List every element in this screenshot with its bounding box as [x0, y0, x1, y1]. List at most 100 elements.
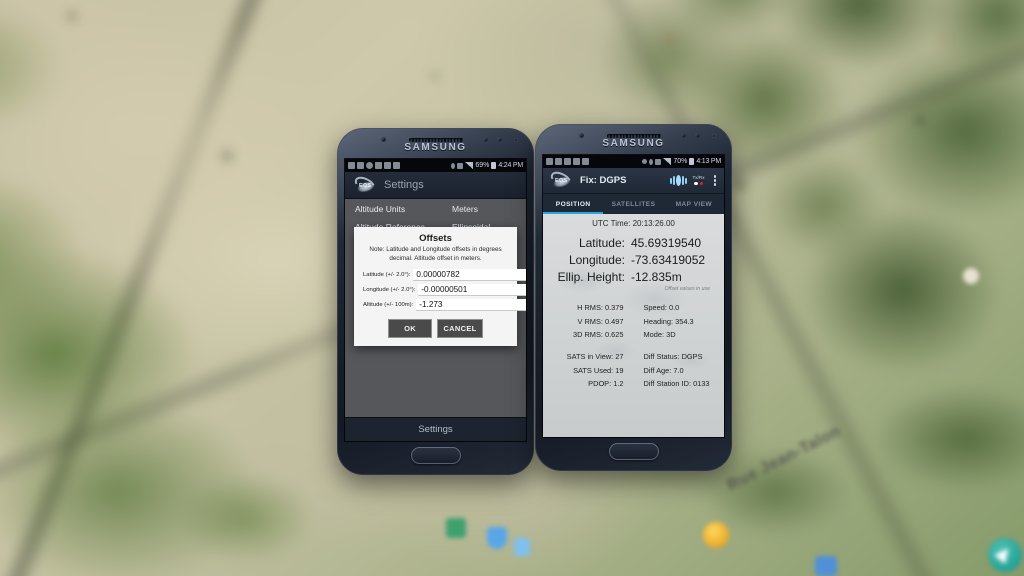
signal-icon	[663, 158, 672, 165]
phone-left-settings: SAMSUNG 69% 4:24 PM EOS Settings Altitud…	[337, 128, 534, 475]
phone-right-position: SAMSUNG 70% 4:13 PM EOS Fix: DGPS Tx/Rx …	[535, 124, 732, 471]
message-icon	[393, 162, 400, 169]
eos-logo-icon[interactable]: EOS	[546, 168, 576, 193]
front-camera-icon	[579, 133, 584, 138]
txrx-label: Tx/Rx	[692, 174, 705, 180]
home-button[interactable]	[410, 447, 461, 464]
ellip-height-value: -12.835m	[631, 269, 682, 284]
fix-status-label: Fix: DGPS	[580, 175, 627, 186]
statusbar-right-icons: 69% 4:24 PM	[451, 162, 523, 169]
dialog-title: Offsets	[419, 233, 452, 244]
longitude-label: Longitude:	[568, 252, 625, 267]
longitude-row: Longitude: -73.63419052	[543, 251, 724, 268]
light-sensor-icon	[695, 133, 700, 138]
battery-icon	[491, 162, 497, 169]
phone-right-statusbar: 70% 4:13 PM	[543, 155, 724, 168]
position-app-header: EOS Fix: DGPS Tx/Rx	[543, 168, 724, 194]
altitude-offset-label: Altitude (+/- 100m):	[363, 301, 414, 308]
ok-button[interactable]: OK	[388, 319, 432, 338]
latitude-offset-label: Latitude (+/- 2.0°):	[363, 271, 411, 278]
settings-list: Altitude Units Meters Altitude Reference…	[345, 199, 526, 417]
screenshot-icon	[375, 162, 382, 169]
latitude-row: Latitude: 45.69319540	[543, 234, 724, 251]
clock-left: 4:24 PM	[498, 162, 523, 169]
latitude-offset-input[interactable]	[413, 268, 526, 281]
phone-left-bottom-bezel	[337, 441, 534, 475]
screenshot-icon	[564, 158, 571, 165]
map-marker-blue-secondary-icon	[514, 538, 530, 556]
longitude-offset-input[interactable]	[418, 283, 526, 296]
wifi-icon	[655, 158, 662, 165]
battery-percent-right: 70%	[673, 158, 688, 165]
bluetooth-icon	[649, 158, 654, 165]
ellip-height-label: Ellip. Height:	[557, 269, 625, 284]
light-sensor-icon	[497, 137, 502, 142]
cancel-button[interactable]: CANCEL	[437, 319, 483, 338]
tab-satellites[interactable]: SATELLITES	[603, 194, 663, 214]
offsets-dialog: Offsets Note: Latitude and Longitude off…	[354, 227, 526, 346]
phone-right-brand-logo: SAMSUNG	[602, 138, 665, 149]
location-icon	[642, 159, 648, 164]
bluetooth-icon	[451, 162, 456, 169]
battery-percent-left: 69%	[475, 162, 490, 169]
clock-right: 4:13 PM	[696, 158, 721, 165]
sync-icon	[348, 162, 355, 169]
latitude-value: 45.69319540	[631, 235, 702, 250]
longitude-value: -73.63419052	[631, 252, 706, 267]
overflow-menu-icon[interactable]	[711, 175, 720, 186]
position-panel: UTC Time: 20:13:26.00 Latitude: 45.69319…	[543, 214, 724, 437]
altitude-offset-input[interactable]	[416, 298, 526, 311]
sats-used-value: SATS Used: 19	[573, 365, 624, 375]
3d-rms-value: 3D RMS: 0.625	[572, 329, 624, 339]
settings-page-title: Settings	[384, 179, 424, 191]
speed-value: Speed: 0.0	[643, 303, 680, 313]
satellite-signal-icon[interactable]	[669, 175, 687, 186]
latitude-label: Latitude:	[578, 235, 625, 250]
diff-station-id-value: Diff Station ID: 0133	[643, 379, 710, 389]
h-rms-value: H RMS: 0.379	[577, 303, 624, 313]
sats-in-view-value: SATS in View: 27	[566, 352, 624, 362]
home-button[interactable]	[608, 443, 659, 460]
email-icon	[555, 158, 562, 165]
settings-bottom-bar-label: Settings	[418, 424, 453, 435]
v-rms-value: V RMS: 0.497	[577, 316, 624, 326]
signal-icon	[465, 162, 474, 169]
phone-right-bottom-bezel	[535, 437, 732, 471]
sync-icon	[546, 158, 553, 165]
position-tab-bar: POSITION SATELLITES MAP VIEW	[543, 194, 724, 214]
statusbar-left-icons	[546, 158, 589, 165]
offset-values-note: Offset values in use	[664, 286, 710, 292]
mode-value: Mode: 3D	[643, 329, 676, 339]
pref-value-altitude-units: Meters	[452, 204, 478, 214]
rms-stats-grid: H RMS: 0.379 Speed: 0.0 V RMS: 0.497 Hea…	[543, 301, 724, 341]
phone-left-screen: 69% 4:24 PM EOS Settings Altitude Units	[345, 159, 526, 441]
eos-logo-icon[interactable]: EOS	[350, 172, 380, 198]
proximity-sensor-icon	[483, 137, 488, 142]
phone-left-brand-logo: SAMSUNG	[404, 142, 467, 153]
dialog-note: Note: Latitude and Longitude offsets in …	[369, 246, 502, 262]
pref-row-altitude-units[interactable]: Altitude Units Meters	[345, 199, 526, 217]
pdop-value: PDOP: 1.2	[588, 379, 624, 389]
dialog-button-row: OK CANCEL	[354, 319, 517, 338]
settings-bottom-bar[interactable]: Settings	[345, 417, 526, 441]
proximity-sensor-icon	[681, 133, 686, 138]
ellip-height-row: Ellip. Height: -12.835m	[543, 268, 724, 285]
screenshot-stage: Rue Jean-Talon SAMSUNG 69% 4:24 PM EOS S…	[0, 0, 1024, 576]
field-row-latitude: Latitude (+/- 2.0°):	[354, 267, 526, 282]
utc-time-label: UTC Time: 20:13:26.00	[592, 219, 675, 228]
field-row-altitude: Altitude (+/- 100m):	[354, 297, 526, 312]
email-icon	[357, 162, 364, 169]
statusbar-left-icons	[348, 162, 400, 169]
tx-indicator-dot	[694, 181, 698, 186]
statusbar-right-icons: 70% 4:13 PM	[642, 158, 721, 165]
map-marker-green-icon	[446, 518, 466, 538]
satellite-stats-grid: SATS in View: 27 Diff Status: DGPS SATS …	[543, 350, 724, 390]
field-row-longitude: Longitude (+/- 2.0°):	[354, 282, 526, 297]
phone-left-top-bezel: SAMSUNG	[337, 128, 534, 159]
heading-value: Heading: 354.3	[643, 316, 694, 326]
tab-map-view[interactable]: MAP VIEW	[664, 194, 724, 214]
pref-label-altitude-units: Altitude Units	[355, 204, 406, 214]
message-icon	[582, 158, 589, 165]
download-icon	[366, 162, 373, 169]
battery-icon	[689, 158, 695, 165]
